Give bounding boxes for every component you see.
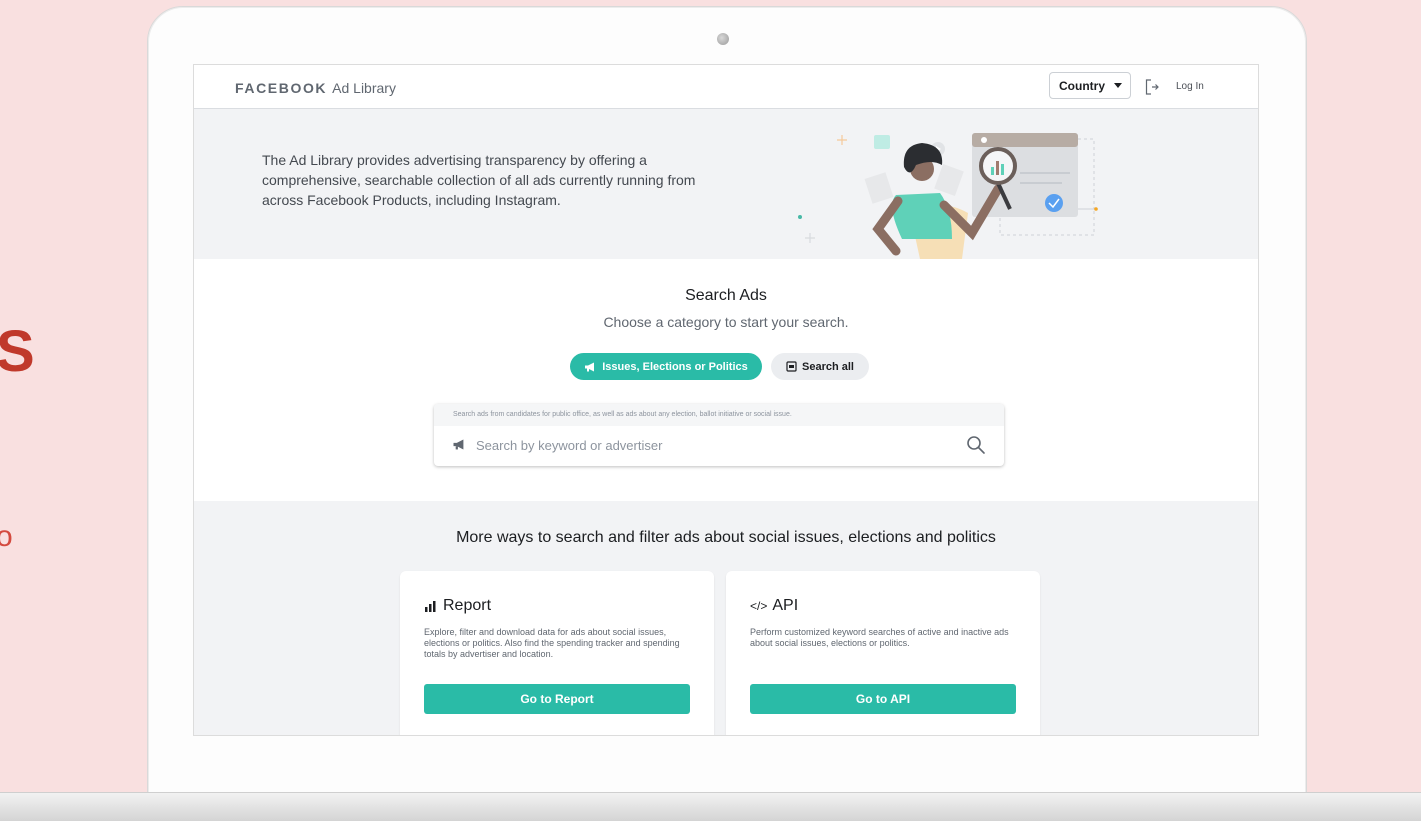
country-label: Country bbox=[1059, 78, 1105, 93]
search-icon[interactable] bbox=[966, 435, 986, 455]
go-to-api-button[interactable]: Go to API bbox=[750, 684, 1016, 714]
search-ads-section: Search Ads Choose a category to start yo… bbox=[194, 259, 1258, 501]
more-ways-title: More ways to search and filter ads about… bbox=[456, 529, 996, 546]
megaphone-icon bbox=[585, 362, 595, 371]
report-title-text: Report bbox=[443, 597, 492, 614]
ad-box-icon bbox=[786, 361, 797, 372]
search-hint-text: Search ads from candidates for public of… bbox=[434, 404, 1004, 426]
brand-logo[interactable]: FACEBOOK Ad Library bbox=[235, 80, 396, 96]
search-input[interactable] bbox=[476, 434, 946, 456]
search-ads-subtitle: Choose a category to start your search. bbox=[603, 314, 849, 330]
country-dropdown[interactable]: Country bbox=[1049, 72, 1131, 99]
camera-icon bbox=[717, 33, 729, 45]
chevron-down-icon bbox=[1114, 83, 1122, 88]
hero-description: The Ad Library provides advertising tran… bbox=[262, 152, 696, 208]
megaphone-icon bbox=[453, 439, 464, 450]
category-issues-elections-politics[interactable]: Issues, Elections or Politics bbox=[570, 353, 762, 380]
search-ads-title: Search Ads bbox=[685, 287, 767, 304]
search-box: Search ads from candidates for public of… bbox=[434, 404, 1004, 466]
hero-banner: The Ad Library provides advertising tran… bbox=[194, 109, 1258, 259]
report-card: Report Explore, filter and download data… bbox=[400, 571, 714, 735]
report-card-title: Report bbox=[424, 597, 491, 615]
brand-facebook: FACEBOOK bbox=[235, 80, 328, 96]
edge-letter-o: o bbox=[0, 520, 13, 553]
category-issues-label: Issues, Elections or Politics bbox=[602, 360, 748, 373]
category-search-all-label: Search all bbox=[802, 360, 854, 373]
login-link[interactable]: Log In bbox=[1176, 81, 1204, 92]
browser-screen: FACEBOOK Ad Library Country Log In The Ad… bbox=[193, 64, 1259, 736]
api-card-description: Perform customized keyword searches of a… bbox=[750, 627, 1009, 648]
api-card-title: </> API bbox=[750, 597, 798, 615]
api-title-text: API bbox=[772, 597, 799, 614]
login-icon[interactable] bbox=[1145, 79, 1159, 95]
laptop-base bbox=[0, 792, 1421, 821]
go-to-report-button[interactable]: Go to Report bbox=[424, 684, 690, 714]
edge-letter-s: S bbox=[0, 319, 35, 384]
report-card-description: Explore, filter and download data for ad… bbox=[424, 627, 680, 659]
more-ways-section: More ways to search and filter ads about… bbox=[194, 501, 1258, 735]
api-card: </> API Perform customized keyword searc… bbox=[726, 571, 1040, 735]
bar-chart-icon bbox=[425, 601, 436, 612]
brand-ad-library: Ad Library bbox=[332, 80, 396, 96]
woman-magnifier-illustration-icon bbox=[798, 133, 1098, 259]
top-navigation-bar: FACEBOOK Ad Library Country Log In bbox=[194, 65, 1258, 109]
code-icon: </> bbox=[750, 599, 768, 613]
category-search-all[interactable]: Search all bbox=[771, 353, 869, 380]
